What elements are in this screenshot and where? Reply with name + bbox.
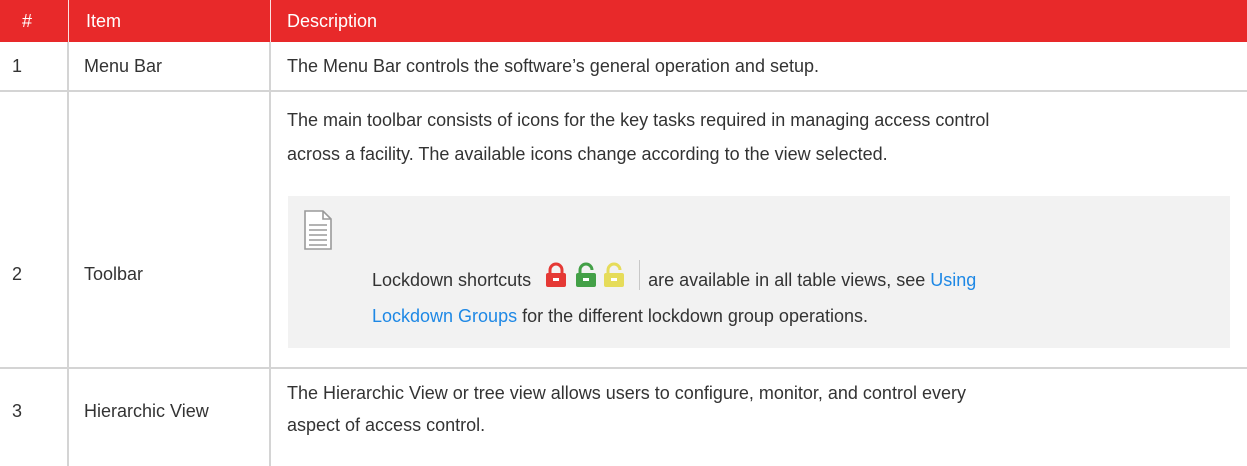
note-text-middle: are available in all table views, see bbox=[648, 270, 926, 290]
using-lockdown-groups-link-continued[interactable]: Lockdown Groups bbox=[372, 306, 517, 326]
header-description: Description bbox=[287, 11, 378, 31]
row-1-description: The Menu Bar controls the software’s gen… bbox=[287, 56, 819, 76]
row-2-description-line2: across a facility. The available icons c… bbox=[287, 144, 888, 164]
lockdown-shortcuts bbox=[537, 260, 641, 292]
document-icon bbox=[304, 210, 332, 250]
row-divider bbox=[0, 367, 1247, 369]
row-3-description-line2: aspect of access control. bbox=[287, 415, 486, 435]
row-1-item: Menu Bar bbox=[84, 56, 163, 76]
table-header: # Item Description bbox=[0, 0, 1247, 42]
unlock-yellow-icon bbox=[604, 262, 625, 287]
note-box: Lockdown shortcuts are available in all … bbox=[288, 196, 1230, 348]
note-text: Lockdown shortcuts are available in all … bbox=[372, 260, 1212, 334]
header-divider bbox=[68, 0, 69, 42]
row-divider bbox=[0, 90, 1247, 92]
row-2-num: 2 bbox=[12, 264, 23, 284]
lock-red-icon bbox=[546, 262, 567, 287]
row-3-item: Hierarchic View bbox=[84, 401, 209, 421]
row-2-item: Toolbar bbox=[84, 264, 144, 284]
note-text-before: Lockdown shortcuts bbox=[372, 270, 532, 290]
row-2-description-line1: The main toolbar consists of icons for t… bbox=[287, 110, 990, 130]
shortcut-divider bbox=[639, 260, 641, 290]
using-lockdown-groups-link[interactable]: Using bbox=[930, 270, 976, 290]
column-divider bbox=[67, 42, 69, 466]
row-3-description-line1: The Hierarchic View or tree view allows … bbox=[287, 383, 966, 403]
column-divider bbox=[269, 42, 271, 466]
note-text-after: for the different lockdown group operati… bbox=[522, 306, 868, 326]
row-3-num: 3 bbox=[12, 401, 23, 421]
header-divider bbox=[270, 0, 271, 42]
row-1-num: 1 bbox=[12, 56, 23, 76]
header-item: Item bbox=[86, 11, 122, 31]
unlock-green-icon bbox=[576, 262, 597, 287]
header-num: # bbox=[22, 11, 33, 31]
components-table: # Item Description 1 Menu Bar The Menu B… bbox=[0, 0, 1247, 466]
